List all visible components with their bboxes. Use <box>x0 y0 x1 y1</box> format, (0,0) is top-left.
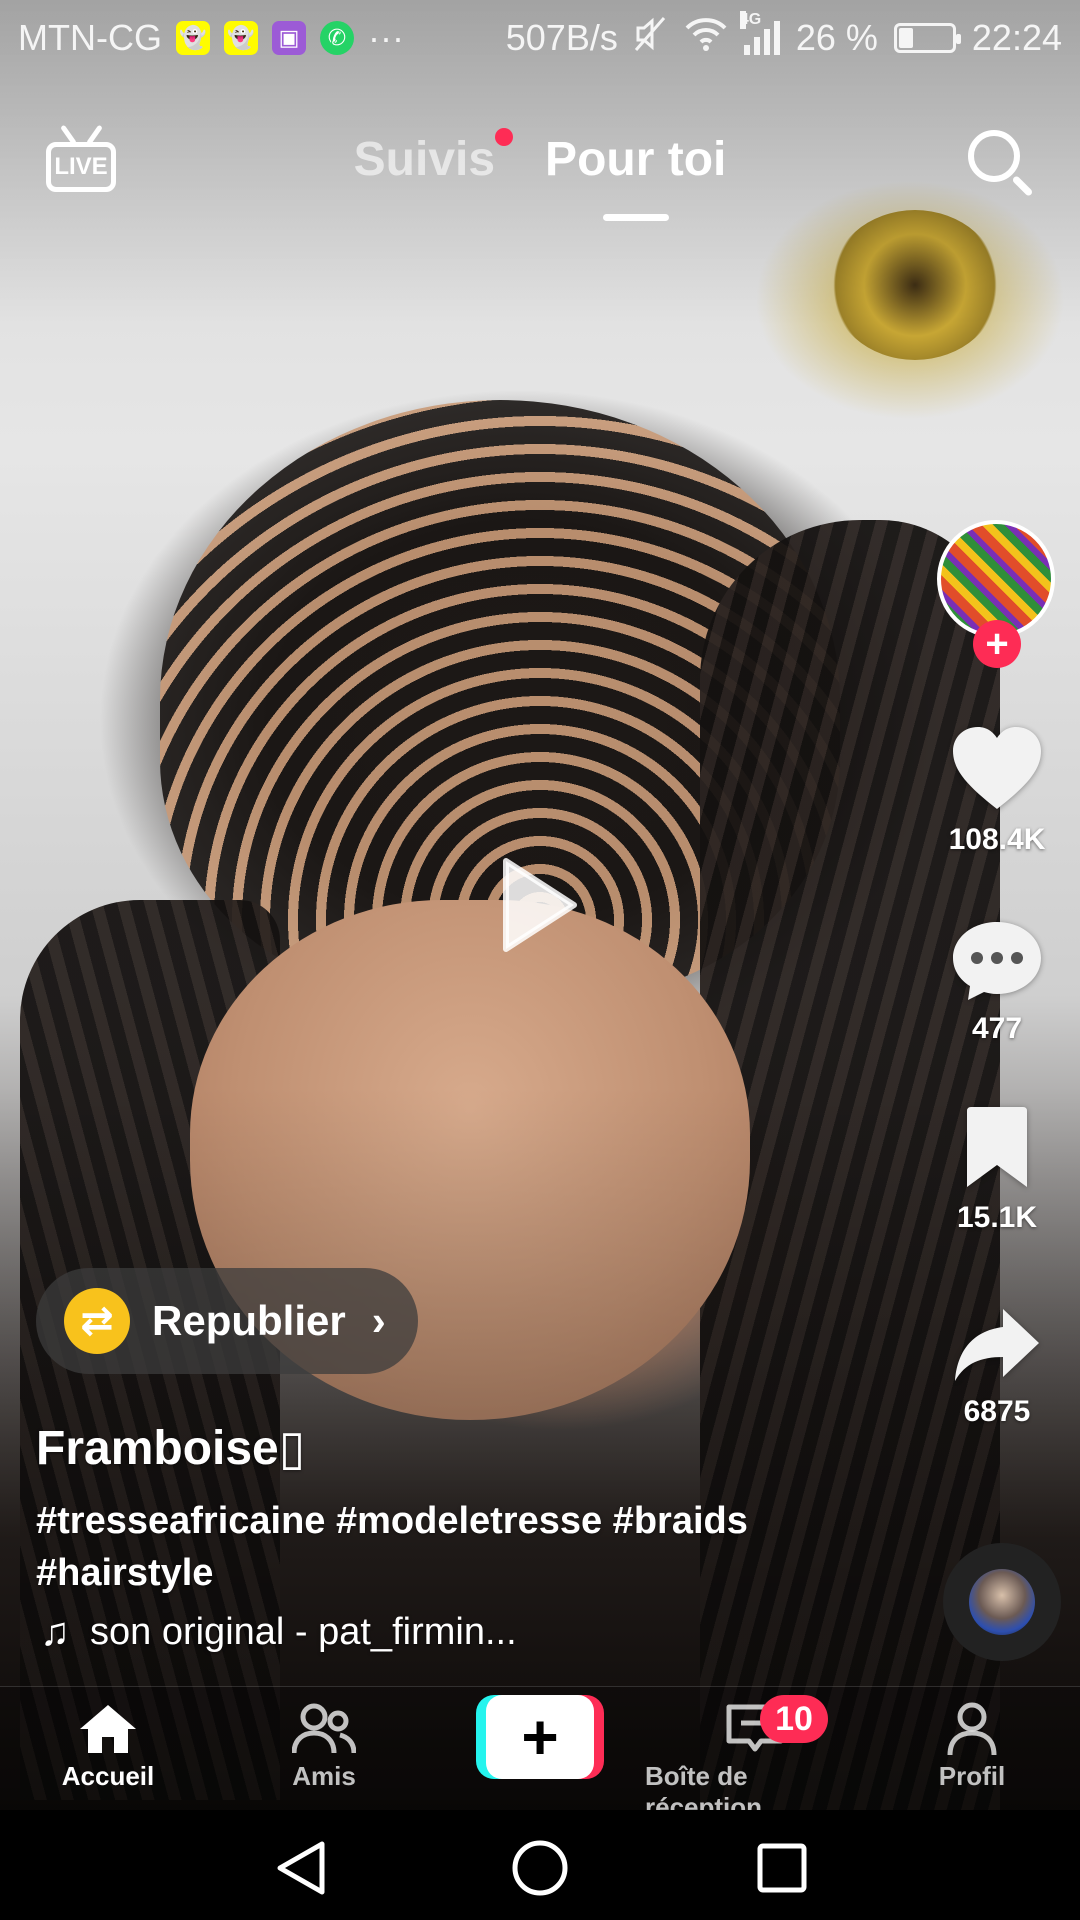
share-count: 6875 <box>963 1395 1031 1428</box>
share-arrow-icon <box>955 1309 1039 1381</box>
top-header: LIVE Suivis Pour toi <box>0 110 1080 230</box>
inbox-badge: 10 <box>760 1695 828 1743</box>
nav-inbox[interactable]: Boîte de réception <box>645 1701 865 1823</box>
overflow-indicator: ··· <box>367 17 404 58</box>
like-button[interactable]: 108.4K <box>935 725 1059 857</box>
battery-percent: 26 % <box>795 17 878 58</box>
sound-link[interactable]: ♫ son original - pat_firmin... <box>40 1610 517 1655</box>
comment-button[interactable]: 477 <box>935 918 1059 1046</box>
repost-label: Republier <box>152 1297 346 1344</box>
bottom-nav: Accueil Amis + Boîte de réception 10 Pro… <box>0 1686 1080 1822</box>
carrier-label: MTN-CG <box>18 17 162 58</box>
status-bar: MTN-CG 👻 👻 ▣ ✆ ··· 507B/s 4G 26 % 22:24 <box>0 0 1080 76</box>
nav-amis[interactable]: Amis <box>214 1701 434 1792</box>
feed-tabs: Suivis Pour toi <box>0 128 1080 221</box>
sound-avatar <box>969 1569 1035 1635</box>
creator-username[interactable]: Framboise▯ <box>36 1420 305 1476</box>
save-count: 15.1K <box>956 1201 1038 1234</box>
music-disc[interactable] <box>943 1543 1061 1661</box>
recents-icon[interactable] <box>752 1838 812 1898</box>
profile-icon <box>947 1702 997 1756</box>
creator-avatar-button[interactable]: + <box>935 520 1059 670</box>
plus-icon: + <box>486 1695 594 1779</box>
snapchat-icon: 👻 <box>223 21 258 55</box>
nav-profil[interactable]: Profil <box>862 1701 1080 1792</box>
comment-icon <box>953 922 1041 1000</box>
battery-icon <box>893 23 961 53</box>
like-count: 108.4K <box>948 823 1046 856</box>
nav-accueil[interactable]: Accueil <box>0 1701 218 1792</box>
snapchat-icon: 👻 <box>175 21 210 55</box>
active-tab-indicator <box>602 214 669 221</box>
signal-icon: 4G <box>739 11 780 55</box>
system-nav-bar <box>0 1810 1080 1920</box>
notification-dot <box>495 128 514 146</box>
repost-icon: ⇄ <box>64 1288 130 1354</box>
whatsapp-icon: ✆ <box>319 21 354 55</box>
mute-icon <box>634 16 668 61</box>
create-button[interactable]: + <box>476 1695 604 1779</box>
comment-count: 477 <box>971 1012 1023 1045</box>
follow-plus-icon[interactable]: + <box>973 620 1021 668</box>
tab-suivis[interactable]: Suivis <box>354 128 514 187</box>
friends-icon <box>292 1703 356 1754</box>
gallery-icon: ▣ <box>271 21 306 55</box>
bookmark-button[interactable]: 15.1K <box>935 1105 1059 1235</box>
sound-title: son original - pat_firmin... <box>90 1611 517 1653</box>
search-button[interactable] <box>964 126 1034 197</box>
wifi-icon <box>684 16 728 61</box>
heart-icon <box>953 727 1041 809</box>
bookmark-icon <box>967 1107 1027 1187</box>
chevron-right-icon: › <box>371 1297 386 1344</box>
share-button[interactable]: 6875 <box>935 1305 1059 1429</box>
clock: 22:24 <box>971 17 1062 58</box>
network-speed: 507B/s <box>505 17 618 58</box>
music-note-icon: ♫ <box>40 1610 70 1654</box>
video-hashtags[interactable]: #tresseafricaine #modeletresse #braids #… <box>36 1495 856 1599</box>
repost-button[interactable]: ⇄ Republier › <box>36 1268 418 1374</box>
back-icon[interactable] <box>272 1838 332 1898</box>
home-circle-icon[interactable] <box>510 1838 570 1898</box>
home-icon <box>80 1705 136 1753</box>
search-icon <box>968 130 1020 182</box>
play-icon[interactable] <box>500 855 580 955</box>
tab-pour-toi[interactable]: Pour toi <box>545 132 726 221</box>
